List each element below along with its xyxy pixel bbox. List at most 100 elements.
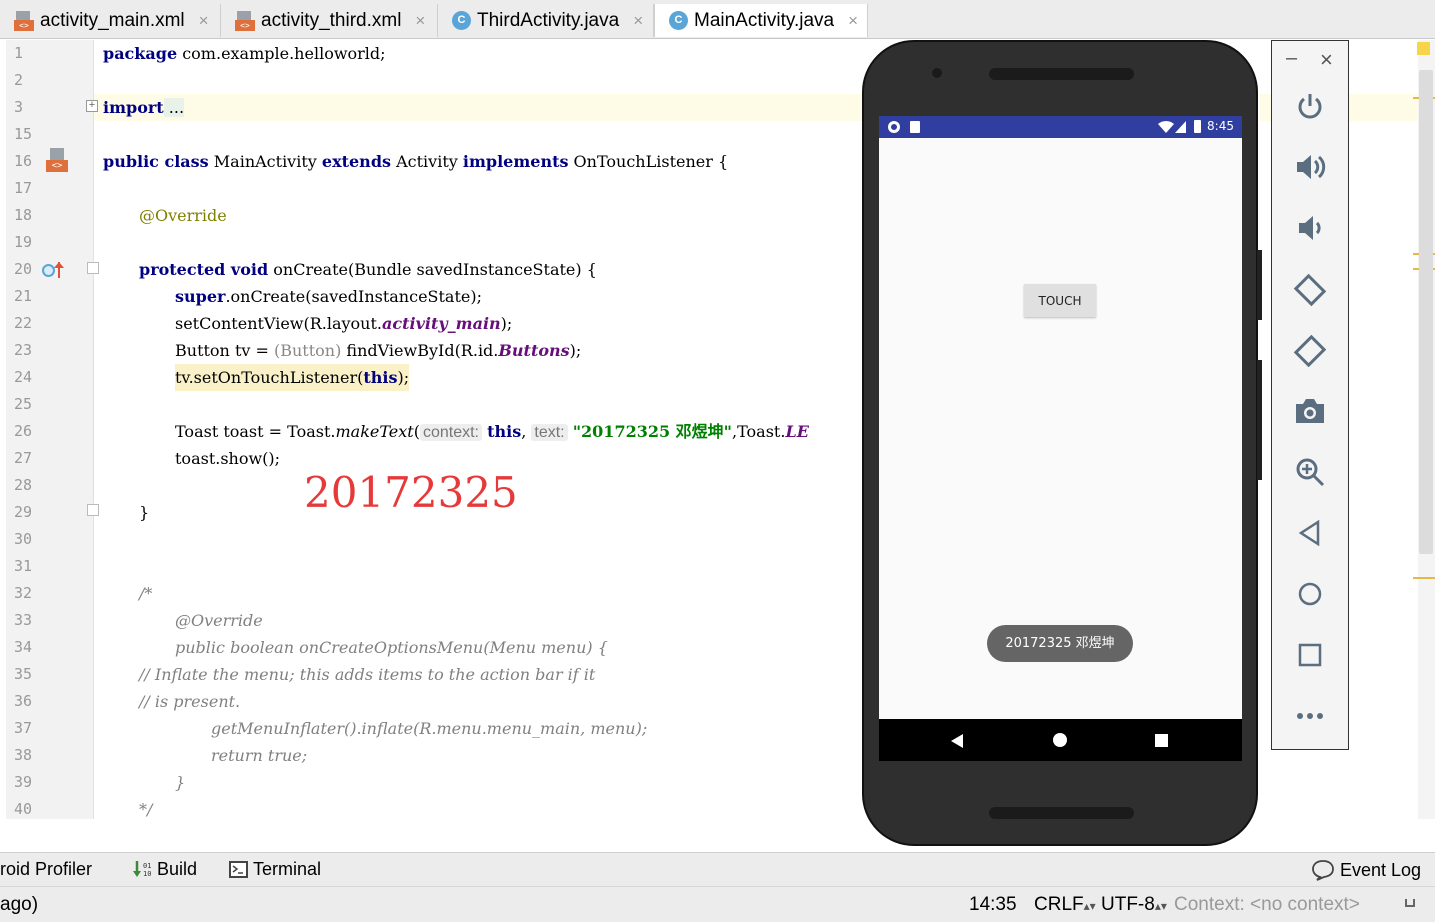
svg-text:10: 10 [143, 870, 151, 878]
line-separator-selector[interactable]: CRLF▴▾ [1034, 894, 1096, 916]
tab-third-activity-java[interactable]: C ThirdActivity.java × [438, 4, 654, 37]
line-number: 2 [14, 71, 24, 89]
more-button[interactable] [1290, 696, 1330, 736]
terminal-tool[interactable]: Terminal [229, 859, 321, 880]
line-number: 36 [14, 692, 33, 710]
line-number: 23 [14, 341, 33, 359]
line-number: 19 [14, 233, 33, 251]
power-button[interactable] [1290, 87, 1330, 127]
line-number: 17 [14, 179, 33, 197]
notification-icon [888, 121, 900, 133]
close-icon[interactable]: × [848, 11, 858, 31]
code-line: package com.example.helloworld; [103, 44, 386, 63]
rotate-left-button[interactable] [1290, 270, 1330, 310]
rotate-right-icon [1293, 334, 1327, 368]
volume-down-icon [1299, 216, 1321, 240]
line-number: 18 [14, 206, 33, 224]
fold-collapse-icon[interactable] [87, 262, 99, 274]
code-line: } [139, 503, 150, 522]
phone-side-button [1257, 360, 1262, 480]
close-icon[interactable]: × [1320, 47, 1333, 73]
tool-label: roid Profiler [0, 859, 93, 879]
battery-icon [1194, 120, 1201, 133]
lock-icon[interactable] [1405, 899, 1415, 907]
context-indicator[interactable]: Context: <no context> [1174, 894, 1360, 916]
param-hint: context: [419, 424, 482, 441]
tab-label: activity_main.xml [40, 9, 185, 31]
code-line: public boolean onCreateOptionsMenu(Menu … [175, 638, 608, 657]
zoom-button[interactable] [1290, 452, 1330, 492]
fold-expand-icon[interactable]: + [86, 100, 98, 112]
line-number: 31 [14, 557, 33, 575]
emulator-screen[interactable]: 8:45 TOUCH 20172325 邓煜坤 [879, 116, 1242, 761]
build-icon: 0110 [133, 860, 151, 878]
minimize-icon[interactable]: – [1286, 47, 1297, 70]
wifi-icon [1158, 120, 1174, 133]
overview-icon [1298, 643, 1322, 667]
tab-label: activity_third.xml [261, 9, 402, 31]
camera-icon [1296, 399, 1324, 423]
editor-tab-bar: <> activity_main.xml × <> activity_third… [0, 0, 1435, 39]
line-number: 21 [14, 287, 33, 305]
android-profiler-tool[interactable]: roid Profiler [0, 859, 92, 880]
phone-side-button [1257, 250, 1262, 320]
touch-button[interactable]: TOUCH [1024, 284, 1096, 317]
code-line: @Override [175, 611, 263, 630]
event-log-icon [1312, 860, 1334, 881]
volume-up-button[interactable] [1290, 147, 1330, 187]
xml-file-icon: <> [14, 10, 34, 31]
line-number: 24 [14, 368, 33, 386]
tool-label: Terminal [253, 859, 322, 879]
line-number: 25 [14, 395, 33, 413]
line-number: 26 [14, 422, 33, 440]
rotate-right-button[interactable] [1290, 331, 1330, 371]
line-number: 40 [14, 800, 33, 818]
code-line: Toast toast = Toast.makeText(context: th… [175, 422, 809, 441]
screenshot-button[interactable] [1290, 391, 1330, 431]
code-line: public class MainActivity extends Activi… [103, 152, 729, 171]
line-number: 39 [14, 773, 33, 791]
close-icon[interactable]: × [199, 11, 209, 31]
phone-clock: 8:45 [1207, 119, 1234, 133]
volume-up-icon [1297, 155, 1326, 179]
line-number: 29 [14, 503, 33, 521]
build-tool[interactable]: 01 10 Build [132, 859, 197, 880]
code-line: import ... [103, 98, 185, 117]
home-button[interactable] [1290, 574, 1330, 614]
overview-button[interactable] [1290, 635, 1330, 675]
line-number: 32 [14, 584, 33, 602]
tool-window-bar: roid Profiler 01 10 Build Terminal Event … [0, 852, 1435, 886]
line-number: 22 [14, 314, 33, 332]
volume-down-button[interactable] [1290, 208, 1330, 248]
power-icon [1298, 94, 1322, 119]
nav-home-icon[interactable] [1053, 733, 1067, 747]
close-icon[interactable]: × [633, 11, 643, 31]
nav-back-icon[interactable] [950, 733, 964, 749]
line-number: 15 [14, 125, 33, 143]
event-log-tool[interactable]: Event Log [1311, 859, 1421, 881]
rotate-left-icon [1293, 273, 1327, 307]
back-button[interactable] [1290, 513, 1330, 553]
tab-activity-main-xml[interactable]: <> activity_main.xml × [0, 4, 221, 37]
java-class-icon: C [669, 11, 688, 30]
phone-status-bar: 8:45 [879, 116, 1242, 138]
nav-overview-icon[interactable] [1155, 734, 1168, 747]
param-hint: text: [531, 424, 568, 441]
warning-indicator-icon[interactable] [1417, 42, 1430, 55]
line-number: 20 [14, 260, 33, 278]
tab-main-activity-java[interactable]: C MainActivity.java × [654, 4, 868, 37]
code-line: */ [139, 800, 153, 819]
home-icon [1298, 582, 1322, 606]
close-icon[interactable]: × [415, 11, 425, 31]
code-line: Button tv = (Button) findViewById(R.id.B… [175, 341, 582, 360]
more-icon [1297, 713, 1323, 719]
stripe-marker[interactable] [1413, 577, 1435, 579]
editor-scrollbar-thumb[interactable] [1419, 70, 1433, 554]
caret-position[interactable]: 14:35 [969, 894, 1017, 916]
zoom-icon [1296, 458, 1325, 487]
encoding-selector[interactable]: UTF-8▴▾ [1101, 894, 1167, 916]
java-class-icon: C [452, 11, 471, 30]
tab-label: ThirdActivity.java [477, 9, 620, 31]
tab-activity-third-xml[interactable]: <> activity_third.xml × [221, 4, 438, 37]
fold-end-icon[interactable] [87, 504, 99, 516]
